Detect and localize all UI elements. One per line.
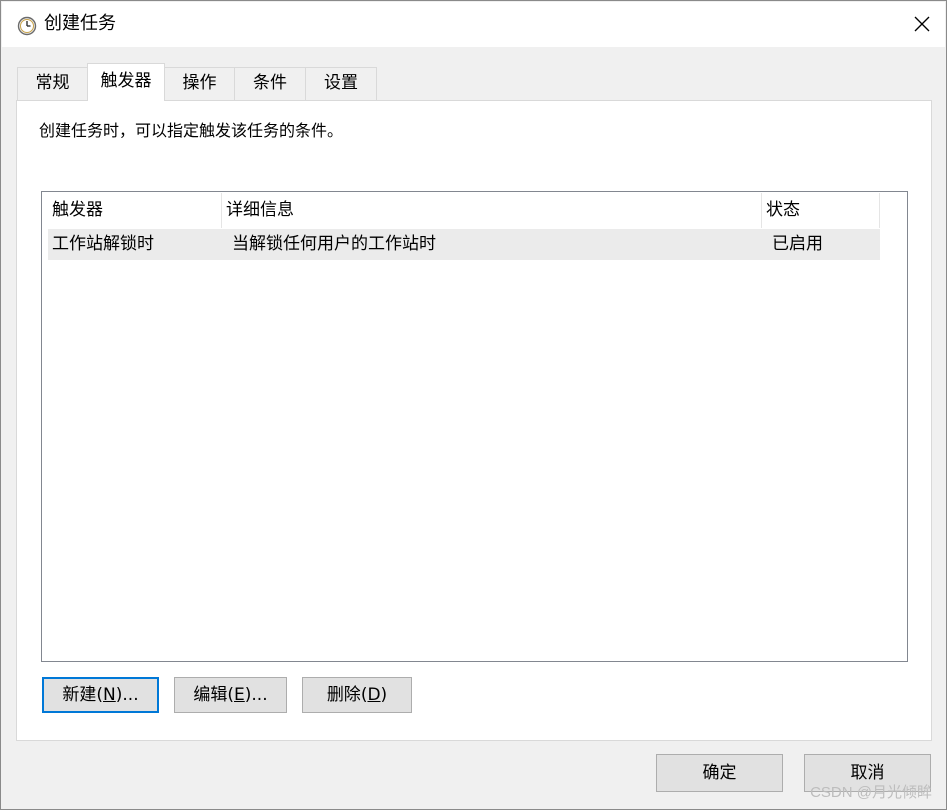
clock-icon <box>17 16 37 36</box>
button-label: 删除 <box>326 685 361 705</box>
tab-label: 常规 <box>35 73 70 93</box>
panel-description: 创建任务时，可以指定触发该任务的条件。 <box>39 121 344 140</box>
tab-general[interactable]: 常规 <box>17 67 88 100</box>
cell-status: 已启用 <box>772 234 823 254</box>
table-row[interactable]: 工作站解锁时 当解锁任何用户的工作站时 已启用 <box>48 229 880 260</box>
button-label: 新建 <box>62 685 97 705</box>
tab-label: 设置 <box>324 73 358 93</box>
button-label: 编辑 <box>193 685 228 705</box>
cell-trigger: 工作站解锁时 <box>52 234 154 254</box>
button-accel-key: D <box>367 685 381 705</box>
tab-conditions[interactable]: 条件 <box>234 67 306 100</box>
cell-details: 当解锁任何用户的工作站时 <box>232 234 436 254</box>
button-accel-suffix: )... <box>244 685 268 705</box>
button-accel-suffix: )... <box>115 685 139 705</box>
new-trigger-button[interactable]: 新建(N)... <box>42 677 159 713</box>
button-accel-key: E <box>234 685 245 705</box>
close-button[interactable] <box>899 2 945 47</box>
list-header: 触发器 详细信息 状态 <box>48 193 880 228</box>
tab-label: 操作 <box>182 73 217 93</box>
edit-trigger-button[interactable]: 编辑(E)... <box>174 677 287 713</box>
triggers-list[interactable]: 触发器 详细信息 状态 工作站解锁时 当解锁任何用户的工作站时 已启用 <box>41 191 908 662</box>
button-accel-suffix: ) <box>380 685 388 705</box>
tab-settings[interactable]: 设置 <box>305 67 377 100</box>
window-title: 创建任务 <box>44 13 116 34</box>
tab-label: 触发器 <box>100 71 152 91</box>
delete-trigger-button[interactable]: 删除(D) <box>302 677 412 713</box>
tab-actions[interactable]: 操作 <box>164 67 235 100</box>
watermark: CSDN @月光倾眸 <box>810 784 932 801</box>
column-header-status[interactable]: 状态 <box>762 193 880 228</box>
ok-button[interactable]: 确定 <box>656 754 783 792</box>
title-bar[interactable]: 创建任务 <box>2 2 945 47</box>
tab-label: 条件 <box>253 73 287 93</box>
close-icon <box>914 16 930 32</box>
button-accel-key: N <box>103 685 116 705</box>
tab-triggers[interactable]: 触发器 <box>87 63 165 101</box>
create-task-dialog: 创建任务 常规 触发器 操作 条件 设置 创建任务时，可以指定触发该任务的条件。… <box>0 0 947 810</box>
column-header-details[interactable]: 详细信息 <box>222 193 762 228</box>
column-header-trigger[interactable]: 触发器 <box>48 193 222 228</box>
